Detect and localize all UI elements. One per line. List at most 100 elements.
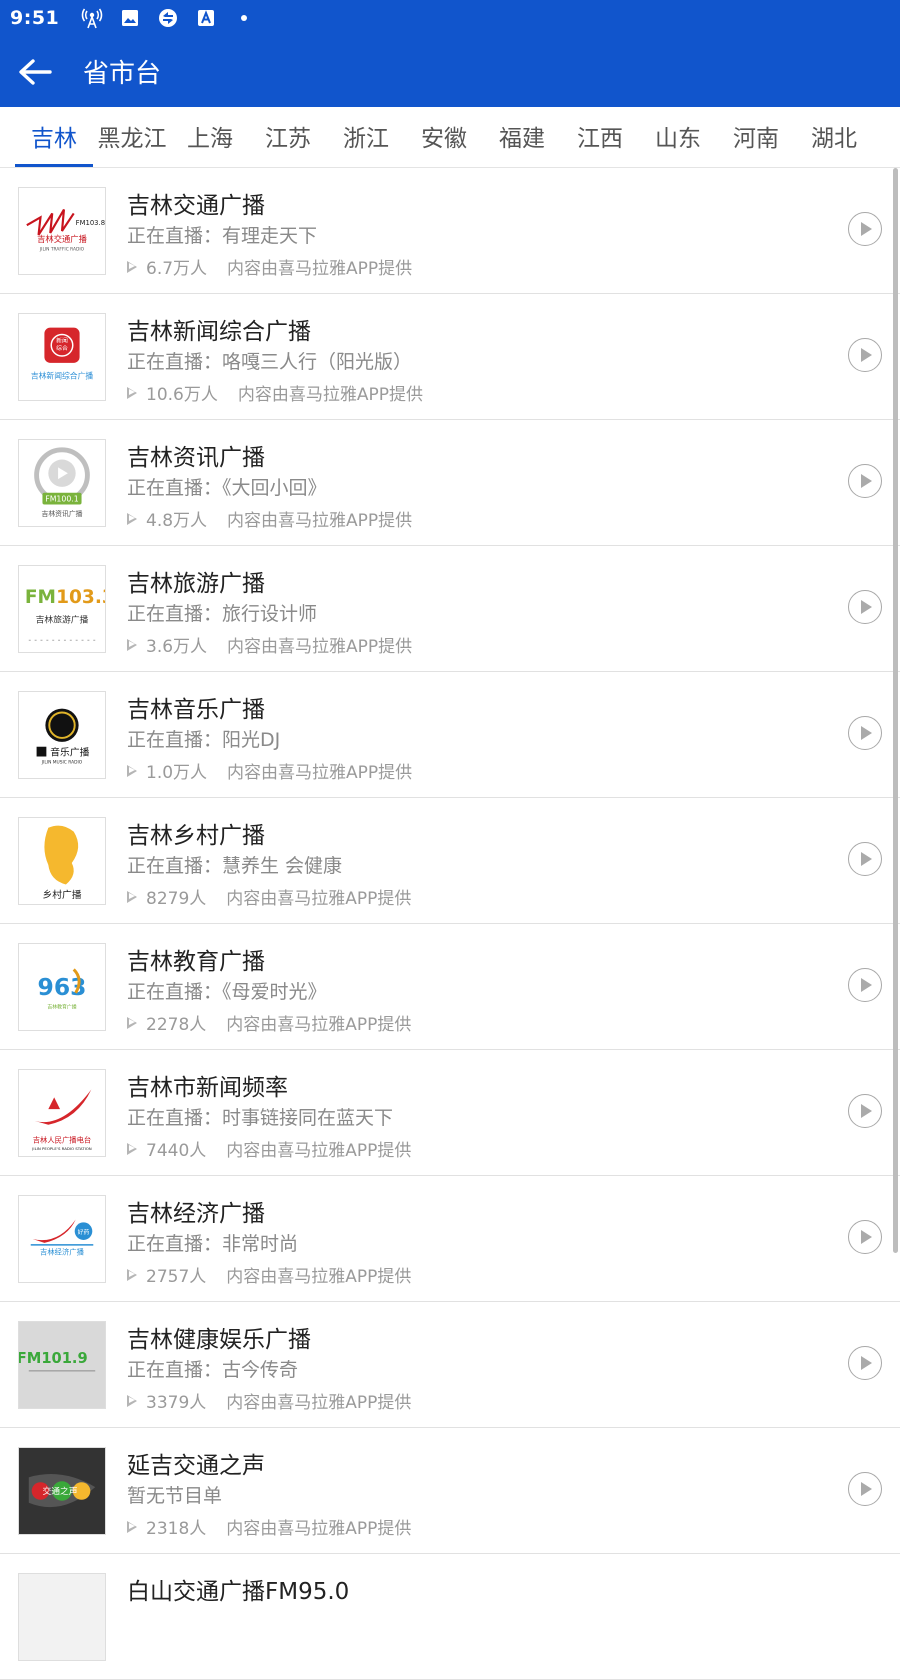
svg-text:吉林经济广播: 吉林经济广播 [40, 1248, 85, 1257]
station-logo: 好药 吉林经济广播 [18, 1195, 106, 1283]
svg-text:新闻: 新闻 [56, 336, 68, 344]
station-name: 吉林新闻综合广播 [127, 319, 311, 345]
tab-4[interactable]: 浙江 [327, 119, 405, 167]
station-live-program: 正在直播：《母爱时光》 [127, 981, 327, 1003]
station-row[interactable]: FM103.3吉林旅游广播吉林旅游广播正在直播：旅行设计师3.6万人内容由喜马拉… [0, 546, 900, 672]
station-meta: 8279人 内容由喜马拉雅APP提供 [127, 884, 411, 909]
svg-text:吉林人民广播电台: 吉林人民广播电台 [33, 1135, 92, 1144]
hotspot-icon [81, 7, 103, 29]
svg-text:综合: 综合 [56, 344, 68, 352]
play-button[interactable] [848, 1094, 882, 1128]
svg-text:FM101.9: FM101.9 [19, 1350, 88, 1367]
station-logo: FM103.3 吉林旅游广播 [18, 565, 106, 653]
svg-text:交通之声: 交通之声 [42, 1485, 77, 1497]
station-meta: 4.8万人 内容由喜马拉雅APP提供 [127, 506, 412, 531]
sync-icon [157, 7, 179, 29]
content-provider: 内容由喜马拉雅APP提供 [226, 889, 412, 909]
station-row[interactable]: 白山交通广播FM95.0 [0, 1554, 900, 1680]
svg-text:JILIN PEOPLE'S RADIO STATION: JILIN PEOPLE'S RADIO STATION [31, 1146, 92, 1151]
play-icon [861, 222, 872, 236]
content-provider: 内容由喜马拉雅APP提供 [226, 1015, 412, 1035]
back-button[interactable] [15, 52, 55, 92]
play-icon [861, 348, 872, 362]
station-row[interactable]: 音乐广播 JILIN MUSIC RADIO 吉林音乐广播 正在直播：阳光DJ 1.0万… [0, 672, 900, 798]
station-row[interactable]: 963 吉林教育广播 吉林教育广播 正在直播：《母爱时光》 2278人 内容由喜马拉雅AP… [0, 924, 900, 1050]
play-button[interactable] [848, 1346, 882, 1380]
tab-2[interactable]: 上海 [171, 119, 249, 167]
svg-text:音乐广播: 音乐广播 [50, 746, 89, 759]
station-logo: FM101.9 [18, 1321, 106, 1409]
station-logo: 963 吉林教育广播 [18, 943, 106, 1031]
svg-text:FM103.8: FM103.8 [76, 219, 105, 227]
play-button[interactable] [848, 464, 882, 498]
station-row[interactable]: FM103.8 吉林交通广播 JILIN TRAFFIC RADIO 吉林交通广播 正在… [0, 168, 900, 294]
play-icon [861, 1482, 872, 1496]
status-time: 9:51 [10, 7, 60, 29]
station-logo: 新闻 综合 吉林新闻综合广播 [18, 313, 106, 401]
play-icon [861, 1356, 872, 1370]
station-row[interactable]: 交通之声 延吉交通之声 暂无节目单 2318人 内容由喜马拉雅APP提供 [0, 1428, 900, 1554]
tab-1[interactable]: 黑龙江 [93, 119, 171, 167]
content-provider: 内容由喜马拉雅APP提供 [226, 1393, 412, 1413]
station-logo: 吉林人民广播电台 JILIN PEOPLE'S RADIO STATION [18, 1069, 106, 1157]
play-button[interactable] [848, 212, 882, 246]
play-icon [861, 726, 872, 740]
station-name: 吉林交通广播 [127, 193, 265, 219]
station-row[interactable]: FM101.9 吉林健康娱乐广播 正在直播：古今传奇 3379人 内容由喜马拉雅APP提… [0, 1302, 900, 1428]
station-live-program: 正在直播：古今传奇 [127, 1359, 299, 1381]
svg-text:JILIN MUSIC RADIO: JILIN MUSIC RADIO [41, 759, 83, 765]
content-provider: 内容由喜马拉雅APP提供 [226, 1519, 412, 1539]
station-row[interactable]: 乡村广播 吉林乡村广播 正在直播：慧养生 会健康 8279人 内容由喜马拉雅APP提供 [0, 798, 900, 924]
listener-count: 2757人 [146, 1267, 207, 1287]
play-count-icon [127, 1394, 137, 1407]
tab-7[interactable]: 江西 [561, 119, 639, 167]
province-tabs: 吉林 黑龙江 上海 江苏 浙江 安徽 福建 江西 山东 河南 湖北 [0, 107, 900, 168]
station-meta: 3379人 内容由喜马拉雅APP提供 [127, 1388, 411, 1413]
play-count-icon [127, 1142, 137, 1155]
station-meta: 2757人 内容由喜马拉雅APP提供 [127, 1262, 411, 1287]
arrow-left-icon [19, 58, 52, 85]
play-button[interactable] [848, 716, 882, 750]
station-live-program: 正在直播：阳光DJ [127, 729, 281, 751]
station-name: 吉林乡村广播 [127, 823, 265, 849]
scrollbar[interactable] [893, 168, 898, 1253]
listener-count: 6.7万人 [146, 259, 208, 279]
tab-0[interactable]: 吉林 [15, 119, 93, 167]
station-logo: FM100.1 吉林资讯广播 [18, 439, 106, 527]
station-name: 吉林教育广播 [127, 949, 265, 975]
svg-text:JILIN TRAFFIC RADIO: JILIN TRAFFIC RADIO [39, 247, 85, 253]
tab-5[interactable]: 安徽 [405, 119, 483, 167]
content-provider: 内容由喜马拉雅APP提供 [226, 1267, 412, 1287]
station-live-program: 正在直播：旅行设计师 [127, 603, 318, 625]
content-provider: 内容由喜马拉雅APP提供 [227, 511, 413, 531]
play-button[interactable] [848, 842, 882, 876]
station-name: 吉林经济广播 [127, 1201, 265, 1227]
play-button[interactable] [848, 1220, 882, 1254]
listener-count: 7440人 [146, 1141, 207, 1161]
tab-3[interactable]: 江苏 [249, 119, 327, 167]
play-button[interactable] [848, 1472, 882, 1506]
station-meta: 6.7万人 内容由喜马拉雅APP提供 [127, 254, 412, 279]
play-icon [861, 978, 872, 992]
tab-9[interactable]: 河南 [717, 119, 795, 167]
station-meta: 7440人 内容由喜马拉雅APP提供 [127, 1136, 411, 1161]
play-count-icon [127, 260, 137, 273]
station-row[interactable]: 吉林人民广播电台 JILIN PEOPLE'S RADIO STATION 吉林市新… [0, 1050, 900, 1176]
tab-6[interactable]: 福建 [483, 119, 561, 167]
station-live-program: 暂无节目单 [127, 1485, 223, 1507]
content-provider: 内容由喜马拉雅APP提供 [227, 259, 413, 279]
content-provider: 内容由喜马拉雅APP提供 [237, 385, 423, 405]
tab-8[interactable]: 山东 [639, 119, 717, 167]
page-title: 省市台 [83, 59, 162, 89]
play-button[interactable] [848, 590, 882, 624]
station-row[interactable]: 新闻 综合 吉林新闻综合广播 吉林新闻综合广播 正在直播：咯嘎三人行（阳光版） 10.6万… [0, 294, 900, 420]
listener-count: 3379人 [146, 1393, 207, 1413]
tab-10[interactable]: 湖北 [795, 119, 873, 167]
station-row[interactable]: FM100.1 吉林资讯广播 吉林资讯广播 正在直播：《大回小回》 4.8万人 内容由喜马… [0, 420, 900, 546]
station-row[interactable]: 好药 吉林经济广播 吉林经济广播 正在直播：非常时尚 2757人 内容由喜马拉雅APP提供 [0, 1176, 900, 1302]
svg-text:103.3: 103.3 [56, 587, 105, 608]
play-count-icon [127, 1268, 137, 1281]
play-button[interactable] [848, 968, 882, 1002]
play-button[interactable] [848, 338, 882, 372]
svg-text:吉林交通广播: 吉林交通广播 [37, 234, 87, 244]
